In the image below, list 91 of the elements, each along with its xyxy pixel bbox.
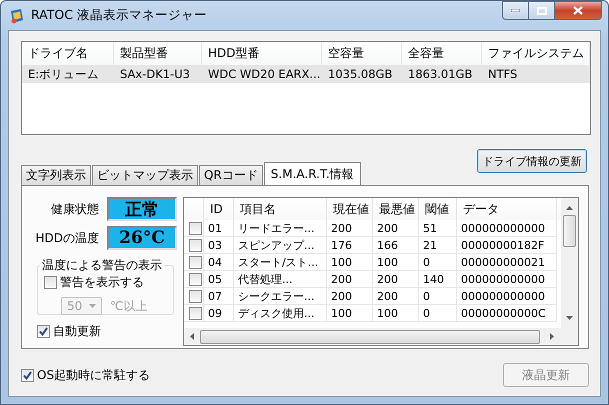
- minimize-button[interactable]: [502, 1, 529, 20]
- maximize-icon: [536, 6, 546, 14]
- checkbox[interactable]: [189, 272, 202, 286]
- table-cell: 07: [204, 288, 234, 305]
- table-cell-text: 1863.01GB: [407, 66, 474, 83]
- table-cell: 100: [373, 305, 419, 322]
- scroll-thumb[interactable]: [563, 215, 576, 247]
- table-row[interactable]: E:ボリューム SAx-DK1-U3 WDC WD20 EARX... 1035.08GB 1863.01GB NTFS: [22, 65, 590, 83]
- checkbox[interactable]: [189, 222, 202, 234]
- table-cell: 03: [204, 237, 234, 254]
- table-cell: 000000000021: [457, 254, 557, 271]
- checkbox[interactable]: [189, 256, 202, 268]
- table-cell: 04: [204, 254, 234, 271]
- table-cell: 21: [419, 237, 457, 254]
- column-header[interactable]: 最悪値: [373, 198, 419, 220]
- checkbox[interactable]: [189, 306, 202, 320]
- tab[interactable]: ビットマップ表示: [92, 165, 198, 185]
- table-cell: 代替処理...: [234, 271, 327, 288]
- smart-table[interactable]: [183, 197, 579, 346]
- column-header[interactable]: データ: [457, 198, 557, 220]
- checkbox-label: OS起動時に常駐する: [37, 366, 150, 384]
- app-icon: [9, 8, 25, 24]
- table-cell: 200: [327, 271, 373, 288]
- table-cell: 0: [419, 288, 457, 305]
- checkbox[interactable]: [189, 290, 202, 302]
- table-cell: 100: [327, 305, 373, 322]
- table-cell: スピンアップ...: [234, 237, 327, 254]
- table-cell: 200: [373, 220, 419, 237]
- table-cell: 200: [327, 288, 373, 305]
- caret-icon: [89, 304, 96, 308]
- tab[interactable]: 文字列表示: [21, 165, 91, 185]
- table-cell: 100: [327, 254, 373, 271]
- table-cell: 176: [327, 237, 373, 254]
- group-title: 温度による警告の表示: [41, 257, 163, 274]
- column-header[interactable]: 現在値: [327, 198, 373, 220]
- health-value: 正常: [107, 197, 177, 221]
- checkbox[interactable]: [37, 325, 50, 338]
- table-cell: シークエラー...: [234, 288, 327, 305]
- scroll-up-icon[interactable]: [566, 206, 573, 210]
- scroll-right-icon[interactable]: [550, 333, 554, 340]
- column-header[interactable]: ID: [204, 198, 234, 220]
- checkbox-label: 警告を表示する: [60, 274, 144, 291]
- temperature-label: HDDの温度: [34, 230, 99, 246]
- table-cell: 100: [373, 254, 419, 271]
- scroll-down-icon[interactable]: [566, 316, 573, 320]
- table-cell: 0: [419, 254, 457, 271]
- table-cell-text: E:ボリューム: [27, 66, 100, 82]
- scroll-left-icon[interactable]: [190, 333, 194, 340]
- checkbox[interactable]: [21, 368, 34, 382]
- column-header[interactable]: 項目名: [234, 198, 327, 220]
- refresh-drive-button[interactable]: ドライブ情報の更新: [477, 149, 587, 173]
- health-label: 健康状態: [50, 200, 99, 218]
- table-cell-text: 1035.08GB: [327, 66, 394, 83]
- close-button[interactable]: [555, 1, 602, 20]
- table-cell-text: SAx-DK1-U3: [119, 66, 191, 83]
- maximize-button[interactable]: [529, 1, 555, 20]
- table-cell: 05: [204, 271, 234, 288]
- table-cell: 00000000000C: [457, 305, 557, 322]
- column-header[interactable]: 閾値: [419, 198, 457, 220]
- table-cell: 09: [204, 305, 234, 322]
- window-title: RATOC 液晶表示マネージャー: [31, 7, 207, 24]
- temperature-value: 26°C: [107, 226, 177, 250]
- table-cell: 200: [327, 220, 373, 237]
- table-cell: 200: [373, 271, 419, 288]
- table-cell: 00000000182F: [457, 237, 557, 254]
- tab[interactable]: QRコード: [199, 165, 263, 185]
- table-cell: 140: [419, 271, 457, 288]
- close-icon: [573, 6, 583, 15]
- table-cell: 000000000000: [457, 220, 557, 237]
- table-cell-text: NTFS: [487, 66, 518, 83]
- scroll-thumb[interactable]: [200, 330, 540, 344]
- unit-label: ℃以上: [110, 298, 148, 314]
- table-cell-text: WDC WD20 EARX...: [207, 66, 322, 83]
- checkbox[interactable]: [189, 238, 202, 252]
- vertical-scrollbar[interactable]: [561, 198, 578, 328]
- checkbox-label: 自動更新: [53, 323, 101, 340]
- table-cell: 000000000000: [457, 271, 557, 288]
- table-cell: リードエラー...: [234, 220, 327, 237]
- table-cell: 01: [204, 220, 234, 237]
- drive-list[interactable]: ドライブ名 製品型番 HDD型番 空容量 全容量 ファイルシステム E:ボリューム SAx-DK1-U3 WDC WD20 EARX... 1035.08GB 1863.01GB NTFS: [21, 41, 591, 135]
- table-cell: 166: [373, 237, 419, 254]
- table-cell: 000000000000: [457, 288, 557, 305]
- minimize-icon: [511, 9, 520, 12]
- horizontal-scrollbar[interactable]: [184, 328, 578, 345]
- checkbox[interactable]: [44, 276, 57, 289]
- tab[interactable]: S.M.A.R.T.情報: [264, 162, 361, 185]
- table-cell: 51: [419, 220, 457, 237]
- table-cell: スタート/スト...: [234, 254, 327, 271]
- table-cell: ディスク使用...: [234, 305, 327, 322]
- table-cell: 0: [419, 305, 457, 322]
- table-cell: 200: [373, 288, 419, 305]
